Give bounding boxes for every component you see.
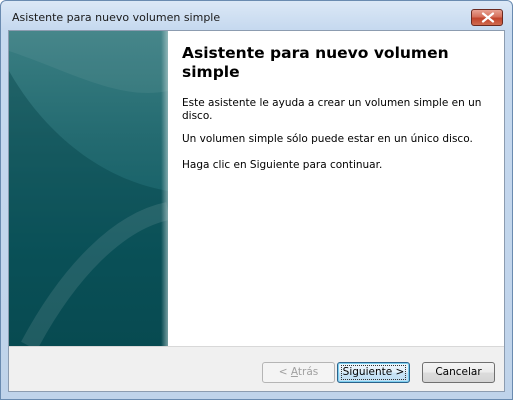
close-button[interactable]: [471, 9, 503, 26]
focus-rectangle: [341, 365, 406, 380]
back-button-accel: A: [290, 366, 298, 378]
wizard-content: Asistente para nuevo volumen simple Este…: [9, 31, 504, 346]
wizard-button-bar: < Atrás Siguiente > Cancelar: [9, 346, 504, 391]
back-button-prefix: <: [278, 366, 291, 378]
title-bar[interactable]: Asistente para nuevo volumen simple: [1, 1, 512, 31]
window-title: Asistente para nuevo volumen simple: [12, 11, 221, 24]
wizard-window: Asistente para nuevo volumen simple Asis…: [0, 0, 513, 400]
wizard-heading: Asistente para nuevo volumen simple: [182, 44, 449, 81]
wizard-client-area: Asistente para nuevo volumen simple Este…: [8, 30, 505, 392]
banner-swoosh: [9, 31, 168, 346]
wizard-description: Este asistente le ayuda a crear un volum…: [182, 97, 482, 122]
back-button-rest: trás: [297, 366, 319, 378]
wizard-side-banner: [9, 31, 168, 346]
back-button[interactable]: < Atrás: [262, 362, 335, 383]
next-button[interactable]: Siguiente >: [337, 362, 410, 383]
wizard-note: Un volumen simple sólo puede estar en un…: [182, 133, 473, 145]
wizard-instruction: Haga clic en Siguiente para continuar.: [182, 159, 383, 171]
cancel-button[interactable]: Cancelar: [422, 362, 495, 383]
banner-edge-shade: [161, 31, 168, 346]
close-icon: [481, 12, 495, 23]
